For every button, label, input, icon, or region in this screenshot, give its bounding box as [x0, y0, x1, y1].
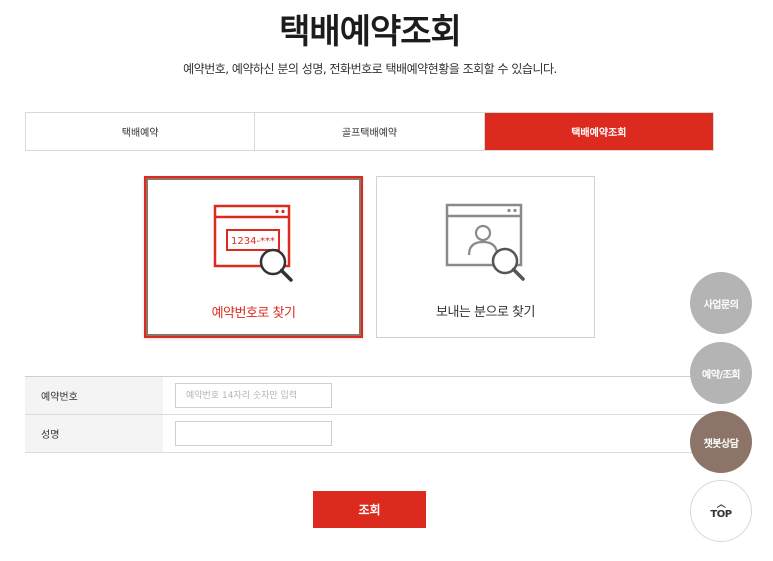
search-by-sender-card[interactable]: 보내는 분으로 찾기 [376, 176, 595, 338]
chatbot-label: 챗봇상담 [703, 438, 739, 450]
chevron-up-icon: ︿ [716, 500, 726, 510]
tab-parcel-reservation[interactable]: 택배예약 [26, 113, 255, 150]
reservation-lookup-label: 예약/조회 [702, 369, 740, 381]
reservation-number-cell [163, 377, 714, 414]
tab-reservation-lookup[interactable]: 택배예약조회 [483, 113, 713, 150]
name-cell [163, 415, 714, 452]
reservation-lookup-button[interactable]: 예약/조회 [690, 342, 752, 404]
reservation-number-label: 예약번호 [25, 377, 163, 414]
page-title: 택배예약조회 [279, 12, 462, 52]
scroll-top-label: TOP [710, 509, 732, 520]
reservation-number-sample: 1234-*** [231, 236, 275, 247]
scroll-top-button[interactable]: ︿ TOP [690, 480, 752, 542]
search-by-number-card[interactable]: 1234-*** 예약번호로 찾기 [144, 176, 363, 338]
page-subtitle: 예약번호, 예약하신 분의 성명, 전화번호로 택배예약현황을 조회할 수 있습… [183, 62, 557, 76]
lookup-submit-button[interactable]: 조회 [313, 491, 426, 528]
form-row-name: 성명 [25, 415, 714, 453]
browser-person-search-icon [445, 203, 525, 281]
search-by-number-label: 예약번호로 찾기 [211, 306, 296, 321]
business-inquiry-label: 사업문의 [703, 299, 739, 311]
chatbot-button[interactable]: 챗봇상담 [690, 411, 752, 473]
search-by-sender-label: 보내는 분으로 찾기 [436, 305, 535, 320]
reservation-number-input[interactable] [175, 383, 332, 408]
tab-bar: 택배예약 골프택배예약 택배예약조회 [25, 112, 714, 151]
form-row-reservation-number: 예약번호 [25, 377, 714, 415]
browser-number-search-icon: 1234-*** [213, 204, 293, 282]
tab-golf-parcel-reservation[interactable]: 골프택배예약 [254, 113, 484, 150]
name-label: 성명 [25, 415, 163, 452]
lookup-form: 예약번호 성명 [25, 376, 714, 453]
business-inquiry-button[interactable]: 사업문의 [690, 272, 752, 334]
name-input[interactable] [175, 421, 332, 446]
